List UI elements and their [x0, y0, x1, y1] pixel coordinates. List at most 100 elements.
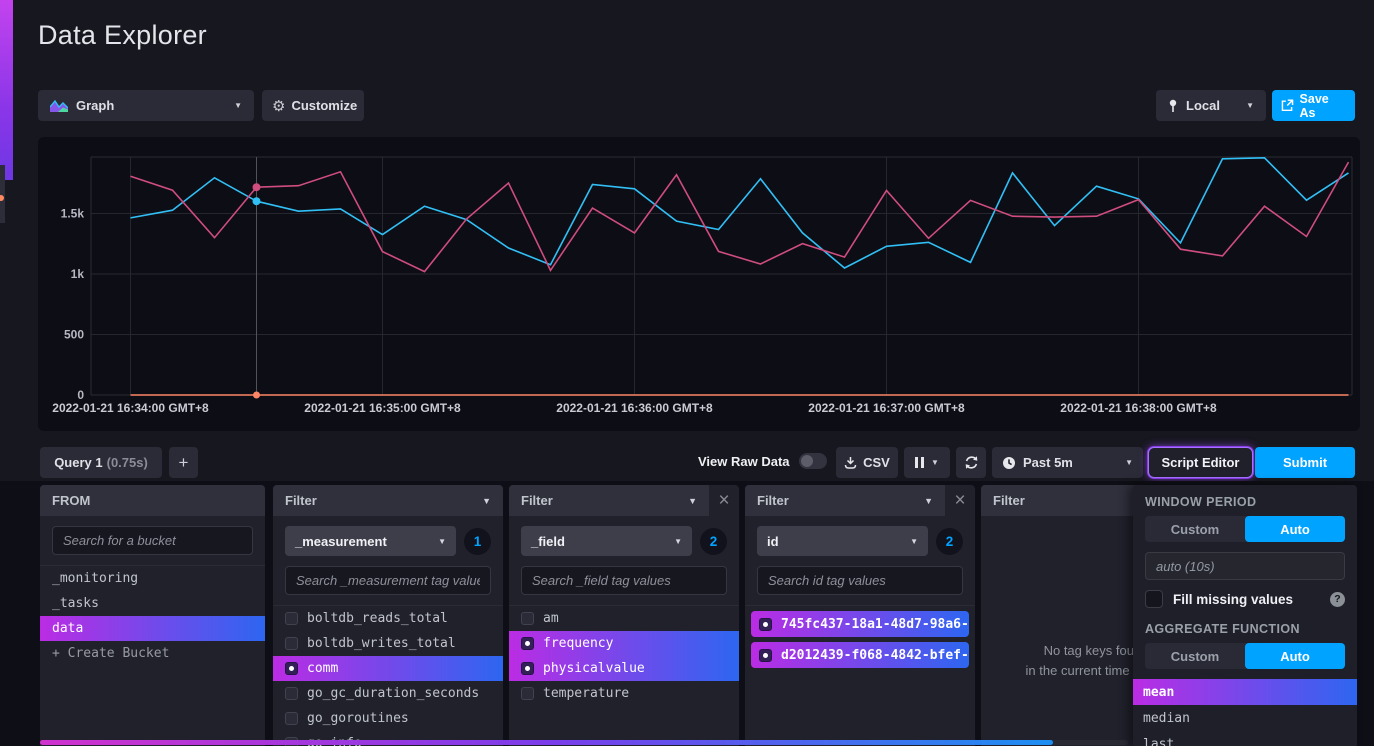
graph-icon [50, 99, 68, 112]
svg-text:2022-01-21 16:38:00 GMT+8: 2022-01-21 16:38:00 GMT+8 [1060, 401, 1217, 415]
aggregate-function-item[interactable]: median [1133, 705, 1357, 731]
checkbox-icon [759, 618, 772, 631]
time-range-label: Past 5m [1023, 455, 1073, 470]
help-icon[interactable]: ? [1330, 592, 1345, 607]
bucket-item[interactable]: _tasks [40, 591, 265, 616]
tag-key-dropdown[interactable]: _field ▼ [521, 526, 692, 556]
bucket-item[interactable]: _monitoring [40, 566, 265, 591]
bucket-item[interactable]: data [40, 616, 265, 641]
measurement-list: boltdb_reads_total boltdb_writes_total c… [273, 605, 503, 746]
custom-button[interactable]: Custom [1145, 643, 1245, 669]
measurement-item[interactable]: go_goroutines [273, 706, 503, 731]
checkbox-icon [759, 649, 772, 662]
view-raw-data-toggle[interactable] [799, 453, 827, 469]
checkbox-icon [285, 662, 298, 675]
tag-key-dropdown[interactable]: _measurement ▼ [285, 526, 456, 556]
local-dropdown[interactable]: Local ▼ [1156, 90, 1266, 121]
filter-panel-field: Filter ▼ × _field ▼ 2 am frequency physi… [509, 485, 739, 746]
line-chart[interactable]: 05001k1.5k2022-01-21 16:34:00 GMT+82022-… [38, 137, 1360, 431]
customize-label: Customize [291, 98, 357, 113]
id-search-input[interactable] [757, 566, 963, 595]
window-period-title: WINDOW PERIOD [1145, 495, 1345, 509]
tag-key-dropdown[interactable]: id ▼ [757, 526, 928, 556]
aggregate-function-list: mean median last [1133, 679, 1357, 746]
time-range-dropdown[interactable]: Past 5m ▼ [992, 447, 1143, 478]
horizontal-scrollbar-track[interactable] [40, 740, 1128, 745]
id-list: 745fc437-18a1-48d7-98a6-7… d2012439-f068… [745, 605, 975, 668]
field-search-input[interactable] [521, 566, 727, 595]
customize-button[interactable]: ⚙ Customize [262, 90, 364, 121]
checkbox-icon [521, 612, 534, 625]
visualization-type-dropdown[interactable]: Graph ▼ [38, 90, 254, 121]
local-label: Local [1186, 98, 1220, 113]
auto-button[interactable]: Auto [1245, 643, 1345, 669]
fill-missing-label: Fill missing values [1173, 592, 1293, 607]
svg-text:2022-01-21 16:35:00 GMT+8: 2022-01-21 16:35:00 GMT+8 [304, 401, 461, 415]
checkbox-icon [521, 637, 534, 650]
auto-button[interactable]: Auto [1245, 516, 1345, 542]
id-item[interactable]: 745fc437-18a1-48d7-98a6-7… [751, 611, 969, 637]
filter-header[interactable]: Filter ▼ [745, 485, 945, 516]
fill-missing-checkbox[interactable] [1145, 590, 1163, 608]
measurement-item[interactable]: boltdb_writes_total [273, 631, 503, 656]
filter-header[interactable]: Filter ▼ [273, 485, 503, 516]
checkbox-icon [285, 687, 298, 700]
bucket-list: _monitoring _tasks data + Create Bucket [40, 565, 265, 666]
data-explorer-app: Data Explorer Graph ▼ ⚙ Customize Local … [0, 0, 1374, 746]
checkbox-icon [285, 637, 298, 650]
chevron-down-icon: ▼ [674, 537, 682, 546]
pause-icon [915, 457, 924, 468]
measurement-item[interactable]: comm [273, 656, 503, 681]
gear-icon: ⚙ [272, 97, 285, 115]
checkbox-icon [285, 612, 298, 625]
svg-text:2022-01-21 16:36:00 GMT+8: 2022-01-21 16:36:00 GMT+8 [556, 401, 713, 415]
measurement-item[interactable]: boltdb_reads_total [273, 606, 503, 631]
svg-text:2022-01-21 16:37:00 GMT+8: 2022-01-21 16:37:00 GMT+8 [808, 401, 965, 415]
bucket-search-input[interactable] [52, 526, 253, 555]
id-item[interactable]: d2012439-f068-4842-bfef-8… [751, 642, 969, 668]
close-icon[interactable]: × [709, 485, 739, 516]
field-item[interactable]: am [509, 606, 739, 631]
save-as-button[interactable]: Save As [1272, 90, 1355, 121]
aggregate-function-item[interactable]: mean [1133, 679, 1357, 705]
field-item[interactable]: frequency [509, 631, 739, 656]
selected-count-badge: 2 [700, 528, 727, 555]
measurement-item[interactable]: go_gc_duration_seconds [273, 681, 503, 706]
custom-button[interactable]: Custom [1145, 516, 1245, 542]
aggregate-function-item[interactable]: last [1133, 731, 1357, 746]
visualization-type-label: Graph [76, 98, 114, 113]
horizontal-scrollbar-thumb[interactable] [40, 740, 1053, 745]
svg-text:0: 0 [77, 388, 84, 402]
window-period-input[interactable] [1145, 552, 1345, 580]
selected-count-badge: 1 [464, 528, 491, 555]
pause-button[interactable]: ▼ [904, 447, 950, 478]
download-icon [844, 456, 857, 469]
chevron-down-icon: ▼ [688, 496, 697, 506]
refresh-icon [964, 455, 979, 470]
export-icon [1281, 99, 1294, 112]
bucket-item[interactable]: + Create Bucket [40, 641, 265, 666]
chevron-down-icon: ▼ [910, 537, 918, 546]
filter-header[interactable]: Filter ▼ [509, 485, 709, 516]
chevron-down-icon: ▼ [234, 101, 242, 110]
submit-button[interactable]: Submit [1255, 447, 1355, 478]
filter-panel-id: Filter ▼ × id ▼ 2 745fc437-18a1-48d7-98a… [745, 485, 975, 746]
svg-text:1.5k: 1.5k [61, 207, 85, 221]
field-item[interactable]: physicalvalue [509, 656, 739, 681]
close-icon[interactable]: × [945, 485, 975, 516]
toggle-knob [801, 455, 813, 467]
measurement-search-input[interactable] [285, 566, 491, 595]
script-editor-button[interactable]: Script Editor [1148, 447, 1253, 478]
add-query-button[interactable]: + [169, 447, 198, 478]
field-item[interactable]: temperature [509, 681, 739, 706]
page-title: Data Explorer [38, 20, 207, 51]
csv-label: CSV [863, 455, 890, 470]
checkbox-icon [285, 712, 298, 725]
sidebar-nav-item[interactable] [0, 165, 5, 223]
from-panel: FROM _monitoring _tasks data + Create Bu… [40, 485, 265, 746]
query-tab[interactable]: Query 1 (0.75s) [40, 447, 162, 478]
refresh-button[interactable] [956, 447, 986, 478]
query-tab-label: Query 1 [54, 455, 102, 470]
svg-text:2022-01-21 16:34:00 GMT+8: 2022-01-21 16:34:00 GMT+8 [52, 401, 209, 415]
csv-download-button[interactable]: CSV [836, 447, 898, 478]
